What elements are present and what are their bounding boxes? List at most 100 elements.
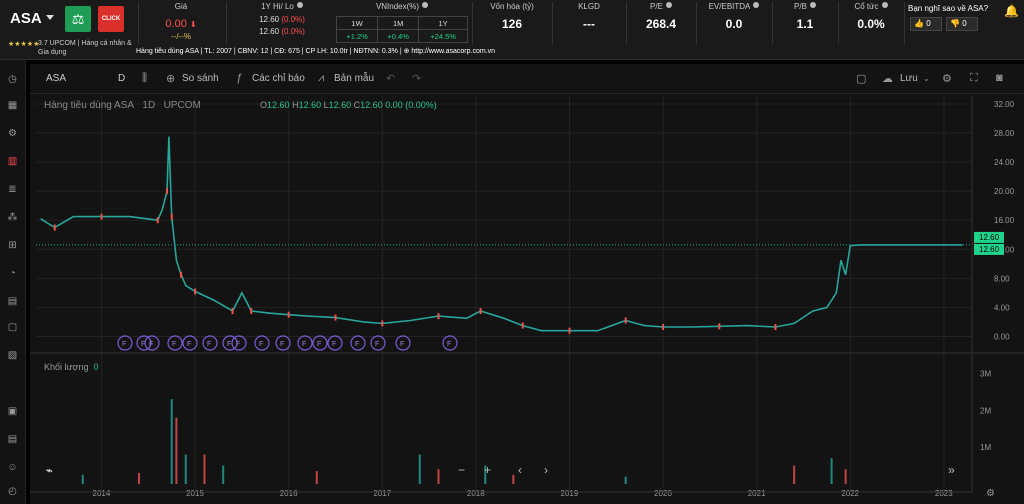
- hilo-hi: 12.60: [259, 15, 280, 24]
- rss-icon[interactable]: ◔: [6, 268, 19, 279]
- candlestick-icon[interactable]: ▥: [6, 156, 19, 167]
- stock-header: ASA ⚖ CLICK ★★★★★ 3.7 UPCOM | Hàng cá nh…: [0, 0, 1024, 60]
- volume-bar: [315, 471, 318, 484]
- candle-down: [334, 314, 337, 321]
- event-marker-label: F: [259, 341, 263, 348]
- left-toolbar: ◷ ▦ ⚙ ▥ ≣ ⁂ ⊞ ◔ ▤ ▢ ▨ ▣ ▤ ☺ ◴: [0, 60, 26, 504]
- click-badge[interactable]: CLICK: [98, 6, 124, 32]
- report-icon[interactable]: ▨: [6, 350, 19, 361]
- candle-down: [521, 322, 524, 329]
- poll-up-count: 0: [926, 19, 931, 28]
- price-series-line: [40, 136, 963, 332]
- candle-down: [53, 224, 56, 231]
- database-icon[interactable]: ≣: [6, 184, 19, 195]
- calculator-icon[interactable]: ▣: [6, 406, 19, 417]
- event-marker-label: F: [227, 341, 231, 348]
- grid-icon[interactable]: ⊞: [6, 240, 19, 251]
- hilo-lo: 12.60: [259, 27, 280, 36]
- ohlc-values: O12.60 H12.60 L12.60 C12.60 0.00 (0.00%): [260, 100, 437, 110]
- info-icon[interactable]: [881, 2, 888, 8]
- info-icon[interactable]: [422, 2, 429, 8]
- ohlc-open: 12.60: [267, 100, 290, 110]
- candle-down: [156, 217, 159, 224]
- y-tick-label: 24.00: [994, 158, 1015, 167]
- candle-down: [194, 288, 197, 295]
- chart-legend: Hàng tiêu dùng ASA 1D UPCOM: [44, 100, 201, 111]
- dividend-block: Cổ tức 0.0%: [842, 2, 900, 31]
- hilo-title: 1Y Hi/ Lo: [261, 2, 294, 11]
- y-tick-label: 20.00: [994, 187, 1015, 196]
- building-icon[interactable]: ▦: [6, 100, 19, 111]
- vnindex-val-1w: +1.2%: [335, 29, 379, 43]
- price-block: Giá 0.00 ⬇ --/--%: [146, 2, 216, 41]
- info-icon[interactable]: [809, 2, 816, 8]
- poll-up-button[interactable]: 👍 0: [910, 17, 942, 31]
- event-marker-label: F: [172, 341, 176, 348]
- y-tick-label: 4.00: [994, 303, 1010, 312]
- pb-block: P/B 1.1: [776, 2, 834, 31]
- pb-value: 1.1: [796, 17, 814, 31]
- price-axis-badge-label: 12.60: [979, 245, 1000, 254]
- volume-bar: [437, 469, 440, 484]
- book-icon[interactable]: ▤: [6, 434, 19, 445]
- legend-title: Hàng tiêu dùng ASA: [44, 100, 135, 111]
- scroll-to-end-button[interactable]: »: [948, 463, 955, 477]
- poll-down-button[interactable]: 👎 0: [946, 17, 978, 31]
- dashboard-icon[interactable]: ◷: [6, 74, 19, 85]
- chat-icon[interactable]: ▢: [6, 322, 19, 333]
- clock-icon[interactable]: ◴: [6, 486, 19, 497]
- arrow-down-icon: ⬇: [189, 20, 197, 29]
- vnindex-table: 1W 1M 1Y +1.2% +0.4% +24.5%: [335, 16, 468, 43]
- info-icon[interactable]: [665, 2, 672, 8]
- rating-text: 3.7 UPCOM | Hàng cá nhân & Gia dụng: [38, 40, 132, 56]
- volume-bar: [222, 465, 225, 484]
- price-change: --/--%: [171, 32, 191, 41]
- volume-tick-label: 1M: [980, 443, 991, 452]
- candle-down: [662, 324, 665, 331]
- auction-logo-icon[interactable]: ⚖: [65, 6, 91, 32]
- zoom-out-button[interactable]: −: [458, 463, 465, 477]
- tradingview-logo-icon: ⌁: [46, 465, 53, 477]
- event-marker-label: F: [236, 341, 240, 348]
- info-icon[interactable]: [753, 2, 760, 8]
- pe-value: 268.4: [645, 17, 677, 31]
- event-marker-label: F: [355, 341, 359, 348]
- pe-title: P/E: [650, 2, 663, 11]
- volume-tick-label: 3M: [980, 369, 991, 378]
- market-cap-value: 126: [501, 17, 523, 31]
- scroll-right-button[interactable]: ›: [544, 463, 548, 477]
- table-icon[interactable]: ▤: [6, 296, 19, 307]
- thumbs-up-icon: 👍: [914, 19, 924, 28]
- volume-bar: [512, 474, 515, 484]
- klgd-block: KLGD ---: [558, 2, 620, 31]
- zoom-in-button[interactable]: +: [484, 463, 491, 477]
- ticker-selector[interactable]: ASA ⚖ CLICK ★★★★★ 3.7 UPCOM | Hàng cá nh…: [6, 4, 132, 56]
- volume-tick-label: 2M: [980, 406, 991, 415]
- event-marker-label: F: [332, 341, 336, 348]
- price-chart[interactable]: 32.0028.0024.0020.0016.0012.008.004.000.…: [30, 64, 1024, 504]
- legend-interval: 1D: [142, 100, 156, 111]
- event-marker-label: F: [317, 341, 321, 348]
- gear-icon[interactable]: ⚙: [6, 128, 19, 139]
- candle-down: [568, 327, 571, 334]
- scroll-left-button[interactable]: ‹: [518, 463, 522, 477]
- user-icon[interactable]: ☺: [6, 462, 19, 473]
- volume-bar: [184, 454, 187, 484]
- ticker-symbol[interactable]: ASA: [10, 10, 42, 27]
- pe-block: P/E 268.4: [632, 2, 690, 31]
- event-marker-label: F: [122, 341, 126, 348]
- candle-down: [287, 311, 290, 318]
- dividend-value: 0.0%: [857, 17, 885, 31]
- gear-icon[interactable]: ⚙: [986, 488, 995, 499]
- chevron-down-icon[interactable]: [46, 15, 54, 20]
- network-icon[interactable]: ⁂: [6, 212, 19, 223]
- candle-down: [180, 271, 183, 278]
- event-marker-label: F: [187, 341, 191, 348]
- volume-bar: [793, 465, 796, 484]
- price-title: Giá: [174, 2, 188, 11]
- bell-icon[interactable]: 🔔: [1004, 4, 1019, 18]
- x-tick-label: 2015: [186, 489, 204, 498]
- klgd-title: KLGD: [578, 2, 600, 11]
- x-tick-label: 2014: [93, 489, 111, 498]
- info-icon[interactable]: [296, 2, 303, 8]
